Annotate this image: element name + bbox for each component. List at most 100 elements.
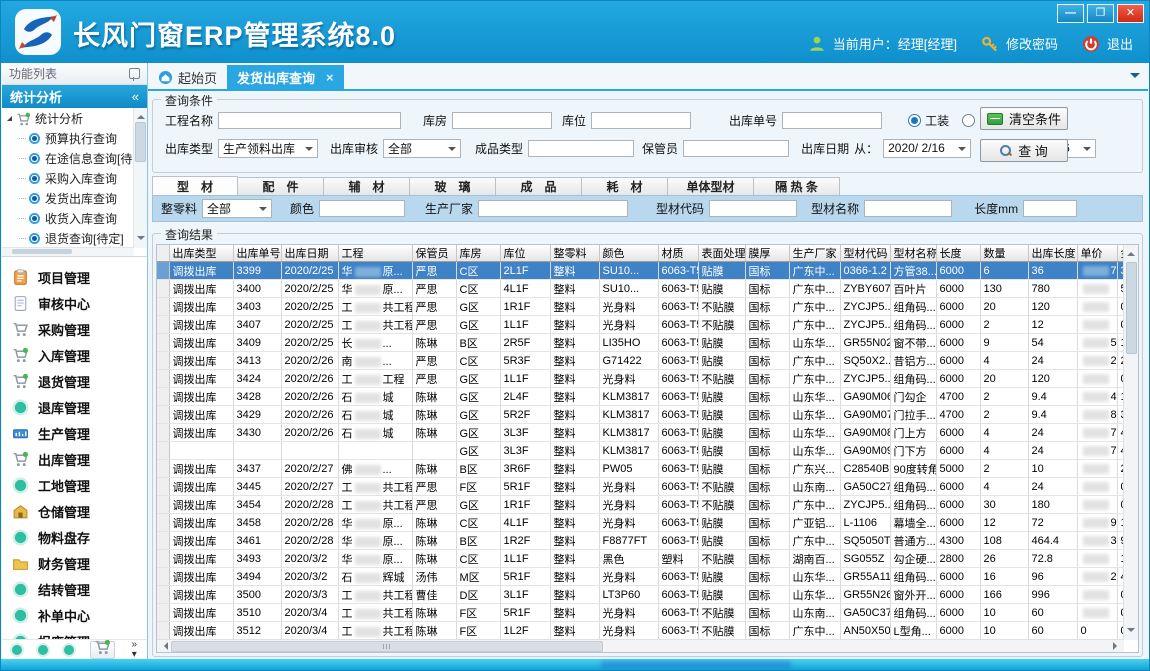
dot-icon[interactable] xyxy=(12,645,22,655)
column-header[interactable]: 数量 xyxy=(980,245,1028,262)
column-header[interactable]: 型材名称 xyxy=(890,245,936,262)
collapse-icon[interactable]: « xyxy=(132,89,139,104)
table-row[interactable]: 调拨出库33992020/2/25华原...严思C区2L1F整料SU10...6… xyxy=(157,262,1124,280)
table-row[interactable]: 调拨出库34002020/2/25华原...严思C区4L1F整料SU10...6… xyxy=(157,280,1124,298)
change-password-link[interactable]: 修改密码 xyxy=(1006,34,1058,53)
column-header[interactable]: 长度 xyxy=(936,245,980,262)
radio-jiazhuang[interactable] xyxy=(962,114,975,127)
tab-home[interactable]: 起始页 xyxy=(148,65,227,89)
sidebar-menu-item[interactable]: 工地管理 xyxy=(2,472,147,498)
product-type-input[interactable] xyxy=(528,140,634,157)
audit-select[interactable]: 全部 xyxy=(383,139,461,158)
dot-icon[interactable] xyxy=(38,645,48,655)
profile-name-input[interactable] xyxy=(864,200,952,217)
whole-part-select[interactable]: 全部 xyxy=(202,199,272,218)
logout-link[interactable]: 退出 xyxy=(1107,34,1133,53)
sidebar-menu-item[interactable]: 仓储管理 xyxy=(2,498,147,524)
order-no-input[interactable] xyxy=(782,112,882,129)
column-header[interactable]: 整零料 xyxy=(550,245,599,262)
material-tab[interactable]: 辅 材 xyxy=(324,177,410,196)
scroll-left-icon[interactable] xyxy=(160,642,168,650)
column-header[interactable]: 出库长度 xyxy=(1028,245,1077,262)
color-input[interactable] xyxy=(319,200,405,217)
tab-close-icon[interactable]: × xyxy=(326,70,334,85)
grid-horizontal-scrollbar[interactable] xyxy=(157,639,1124,652)
scrollbar-thumb[interactable] xyxy=(171,641,603,652)
tree-item[interactable]: 退货查询[待定] xyxy=(2,228,147,248)
column-header[interactable]: 库房 xyxy=(456,245,500,262)
table-row[interactable]: 调拨出库34582020/2/28华原...陈琳C区4L1F整料光身料6063-… xyxy=(157,514,1124,532)
column-header[interactable]: 出库类型 xyxy=(169,245,233,262)
table-row[interactable]: 调拨出库34452020/2/27工共工程严思F区5R1F整料光身料6063-T… xyxy=(157,478,1124,496)
maximize-button[interactable]: ❐ xyxy=(1087,4,1114,23)
material-tab[interactable]: 玻 璃 xyxy=(410,177,496,196)
table-row[interactable]: 调拨出库35102020/3/4工共工程陈琳F区5R1F整料光身料6063-T5… xyxy=(157,604,1124,622)
sidebar-menu-item[interactable]: 入库管理 xyxy=(2,342,147,368)
scroll-up-icon[interactable] xyxy=(1127,248,1135,256)
material-tab[interactable]: 型 材 xyxy=(152,176,238,196)
tree-item[interactable]: 预算执行查询 xyxy=(2,128,147,148)
clear-conditions-button[interactable]: 清空条件 xyxy=(980,107,1068,130)
column-header[interactable]: 膜厚 xyxy=(745,245,789,262)
sidebar-menu-item[interactable]: 结转管理 xyxy=(2,576,147,602)
sidebar-menu-item[interactable]: 退货管理 xyxy=(2,368,147,394)
sidebar-menu-item[interactable]: 生产管理 xyxy=(2,420,147,446)
project-name-input[interactable] xyxy=(218,112,401,129)
table-row[interactable]: 调拨出库34072020/2/25工共工程严思G区1L1F整料光身料6063-T… xyxy=(157,316,1124,334)
length-input[interactable] xyxy=(1023,200,1077,217)
table-row[interactable]: 调拨出库34282020/2/26石城陈琳G区2L4F整料KLM38176063… xyxy=(157,388,1124,406)
material-tab[interactable]: 单体型材 xyxy=(668,177,754,196)
sidebar-menu-item[interactable]: 退库管理 xyxy=(2,394,147,420)
sidebar-menu-item[interactable]: 采购管理 xyxy=(2,316,147,342)
table-row[interactable]: 调拨出库34032020/2/25工共工程严思G区1R1F整料光身料6063-T… xyxy=(157,298,1124,316)
minimize-button[interactable]: — xyxy=(1057,4,1084,23)
scroll-down-icon[interactable] xyxy=(1127,628,1135,636)
close-button[interactable]: ✕ xyxy=(1117,4,1144,23)
material-tab[interactable]: 隔 热 条 xyxy=(754,177,840,196)
pin-icon[interactable] xyxy=(129,68,140,79)
tree-item[interactable]: 收货入库查询 xyxy=(2,208,147,228)
column-header[interactable]: 颜色 xyxy=(599,245,658,262)
table-row[interactable]: 调拨出库34242020/2/26工工程严思G区1L1F整料光身料6063-T5… xyxy=(157,370,1124,388)
sidebar-menu-item[interactable]: 财务管理 xyxy=(2,550,147,576)
table-row[interactable]: 调拨出库34292020/2/26石城陈琳G区5R2F整料KLM38176063… xyxy=(157,406,1124,424)
tree-root[interactable]: 统计分析 xyxy=(2,108,147,128)
column-header[interactable]: 工程 xyxy=(338,245,412,262)
column-header[interactable]: 库位 xyxy=(500,245,550,262)
overflow-chevron-icon[interactable]: »▾ xyxy=(131,640,137,660)
tree-horizontal-scrollbar[interactable] xyxy=(2,247,134,256)
table-row[interactable]: G区3L3F整料KLM38176063-T5贴膜国标山东华...GA90M09.… xyxy=(157,442,1124,460)
radio-gongzhuang[interactable] xyxy=(908,114,921,127)
scroll-down-icon[interactable] xyxy=(137,236,145,244)
date-from-select[interactable]: 2020/ 2/16 xyxy=(883,139,971,158)
column-header[interactable]: 单价 xyxy=(1077,245,1117,262)
warehouse-input[interactable] xyxy=(452,112,552,129)
column-header[interactable]: 型材代码 xyxy=(840,245,890,262)
scrollbar-thumb[interactable] xyxy=(12,249,72,254)
grid-vertical-scrollbar[interactable] xyxy=(1123,245,1138,640)
keeper-input[interactable] xyxy=(683,140,789,157)
scroll-right-icon[interactable] xyxy=(1113,642,1121,650)
location-input[interactable] xyxy=(591,112,691,129)
table-row[interactable]: 调拨出库35002020/3/3工共工程曹佳D区3L1F整料LT3P606063… xyxy=(157,586,1124,604)
dot-icon[interactable] xyxy=(64,645,74,655)
column-header[interactable]: 出库单号 xyxy=(233,245,281,262)
table-row[interactable]: 调拨出库34932020/3/2华原...陈琳C区1L1F整料黑色塑料不贴膜国标… xyxy=(157,550,1124,568)
sidebar-section-header[interactable]: 统计分析 « xyxy=(2,85,147,108)
table-row[interactable]: 调拨出库34372020/2/27佛...陈琳B区3R6F整料PW056063-… xyxy=(157,460,1124,478)
column-header[interactable]: 保管员 xyxy=(412,245,456,262)
profile-code-input[interactable] xyxy=(709,200,797,217)
table-row[interactable]: 调拨出库34132020/2/26南...严思C区5R3F整料G71422606… xyxy=(157,352,1124,370)
column-header[interactable]: 出库日期 xyxy=(281,245,338,262)
sidebar-menu-item[interactable]: 报废管理 xyxy=(2,628,147,639)
sidebar-menu-item[interactable]: 物料盘存 xyxy=(2,524,147,550)
tree-item[interactable]: 在途信息查询[待 xyxy=(2,148,147,168)
scroll-up-icon[interactable] xyxy=(137,111,145,119)
tab-shipping-outbound-query[interactable]: 发货出库查询 × xyxy=(227,65,344,89)
material-tab[interactable]: 配 件 xyxy=(238,177,324,196)
table-row[interactable]: 调拨出库34542020/2/28工共工程严思G区1R1F整料光身料6063-T… xyxy=(157,496,1124,514)
table-row[interactable]: 调拨出库34942020/3/2石辉城汤伟M区5R1F整料光身料6063-T5贴… xyxy=(157,568,1124,586)
column-header[interactable]: 表面处理 xyxy=(698,245,745,262)
tree-vertical-scrollbar[interactable] xyxy=(133,108,147,248)
scrollbar-thumb[interactable] xyxy=(135,122,146,162)
